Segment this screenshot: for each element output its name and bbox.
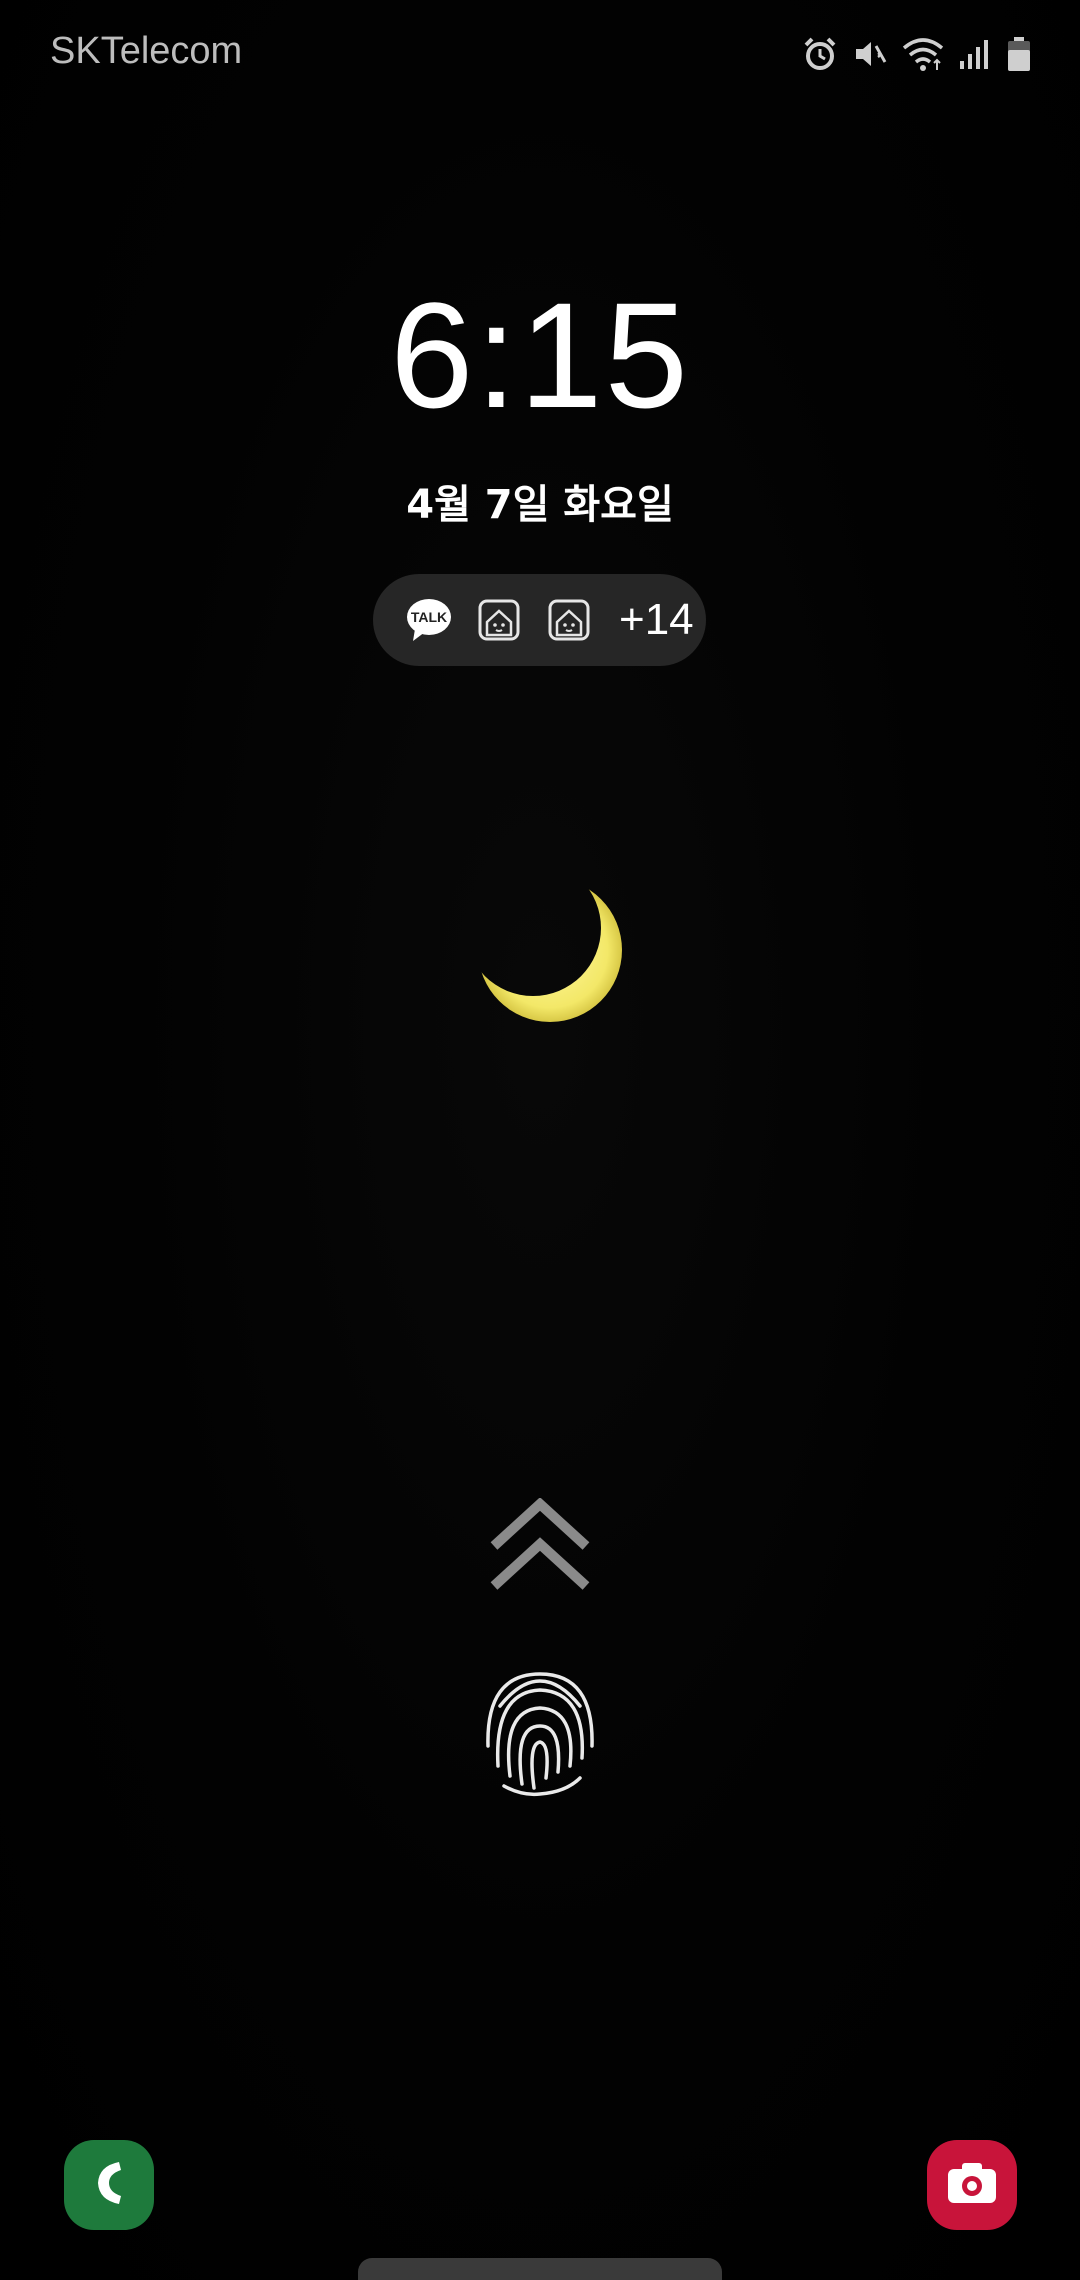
- alarm-icon: [802, 36, 838, 72]
- crescent-moon-icon: [470, 878, 630, 1030]
- lock-screen[interactable]: SKTelecom 6:15 4월 7일 화요일 TALK +14: [0, 0, 1080, 2280]
- home-app-icon: [475, 596, 523, 644]
- lock-clock: 6:15: [390, 271, 690, 439]
- phone-icon: [89, 2158, 129, 2212]
- swipe-up-chevron-icon: [488, 1497, 592, 1594]
- bottom-gesture-handle[interactable]: [358, 2258, 722, 2280]
- status-icons: [802, 30, 1032, 78]
- kakaotalk-label: TALK: [411, 609, 447, 625]
- notification-icons-pill[interactable]: TALK +14: [373, 574, 706, 666]
- camera-icon: [946, 2161, 998, 2209]
- status-bar: SKTelecom: [0, 0, 1080, 110]
- fingerprint-icon[interactable]: [482, 1666, 598, 1800]
- signal-icon: [958, 37, 992, 71]
- lock-date: 4월 7일 화요일: [406, 482, 674, 528]
- carrier-name: SKTelecom: [50, 30, 243, 72]
- camera-shortcut-button[interactable]: [927, 2140, 1017, 2230]
- notification-more-count: +14: [619, 595, 694, 644]
- phone-shortcut-button[interactable]: [64, 2140, 154, 2230]
- vibrate-mute-icon: [852, 36, 888, 72]
- battery-icon: [1006, 36, 1032, 72]
- wifi-icon: [902, 36, 944, 72]
- kakaotalk-icon: TALK: [405, 596, 453, 644]
- home-app-icon: [545, 596, 593, 644]
